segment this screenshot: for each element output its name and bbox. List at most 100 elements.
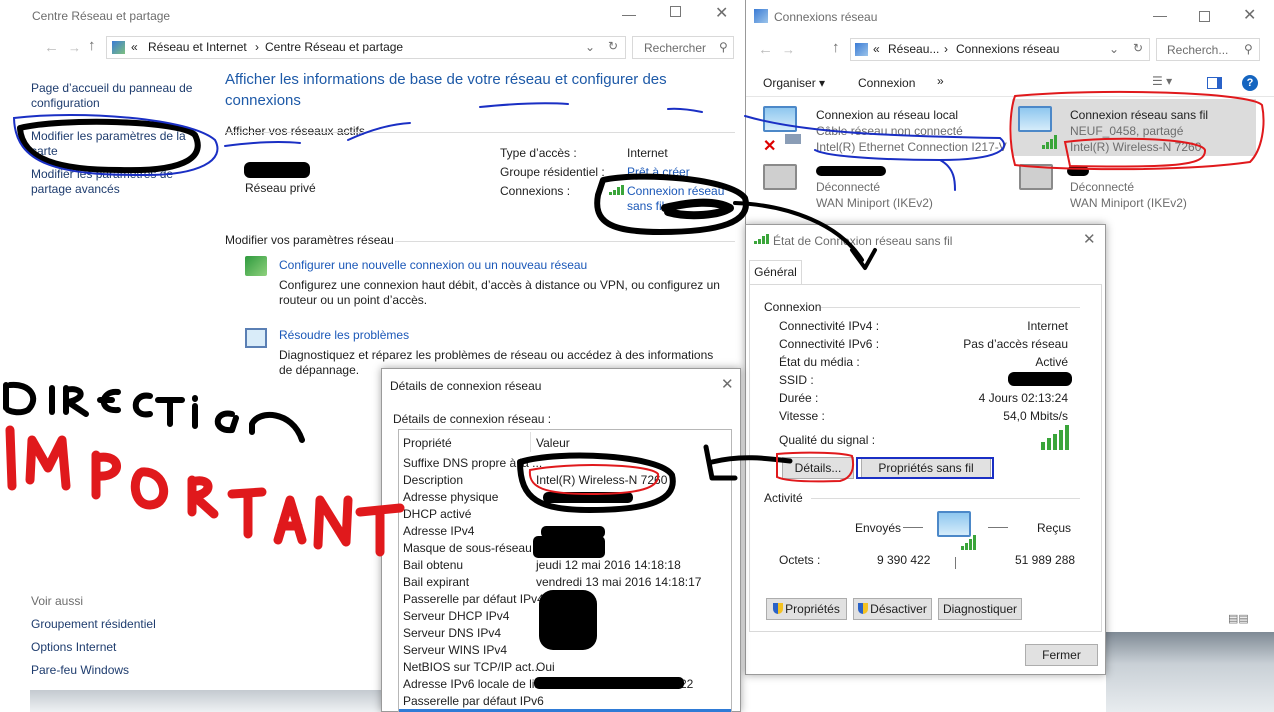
refresh-icon[interactable]: ↻ bbox=[608, 39, 618, 53]
view-icon[interactable]: ☰ ▾ bbox=[1152, 74, 1172, 88]
wifi-status-dialog: État de Connexion réseau sans fil ✕ Géné… bbox=[745, 224, 1106, 675]
ssid-redaction bbox=[1008, 372, 1072, 386]
connexion-group-label: Connexion bbox=[764, 300, 822, 314]
forward-icon[interactable]: → bbox=[782, 42, 795, 57]
column-header-value[interactable]: Valeur bbox=[536, 436, 570, 450]
table-row[interactable]: Description Intel(R) Wireless-N 7260 bbox=[403, 472, 729, 489]
toolbar-divider bbox=[746, 96, 1274, 97]
minimize-icon[interactable]: — bbox=[1153, 7, 1167, 23]
sidebar-link-adapter-settings[interactable]: Modifier les paramètres de la carte bbox=[31, 129, 191, 159]
details-view-icon[interactable]: ▤▤ bbox=[1228, 612, 1249, 625]
up-icon[interactable]: ↑ bbox=[88, 37, 96, 54]
diagnose-button[interactable]: Diagnostiquer bbox=[938, 598, 1022, 620]
search-box[interactable]: Recherch... ⚲ bbox=[1156, 38, 1260, 61]
close-button[interactable]: Fermer bbox=[1025, 644, 1098, 666]
computer-icon bbox=[1018, 106, 1052, 132]
close-icon[interactable]: ✕ bbox=[721, 375, 734, 393]
maximize-icon[interactable] bbox=[670, 6, 681, 17]
octets-label: Octets : bbox=[779, 553, 821, 567]
task-troubleshoot[interactable]: Résoudre les problèmes bbox=[279, 328, 409, 342]
adapter-wifi[interactable]: Connexion réseau sans fil NEUF_0458, par… bbox=[1012, 99, 1256, 156]
property-cell: Serveur WINS IPv4 bbox=[403, 643, 508, 657]
back-icon[interactable]: ← bbox=[758, 41, 773, 58]
chevron-down-icon[interactable]: ⌄ bbox=[1109, 42, 1119, 56]
tab-general[interactable]: Général bbox=[749, 260, 802, 285]
table-row[interactable]: Adresse physique bbox=[403, 489, 729, 506]
sidebar-link-advanced-sharing[interactable]: Modifier les paramètres de partage avanc… bbox=[31, 167, 181, 197]
close-icon[interactable]: ✕ bbox=[1083, 230, 1096, 248]
breadcrumb-item[interactable]: Centre Réseau et partage bbox=[265, 40, 403, 54]
breadcrumb-item[interactable]: Réseau et Internet bbox=[148, 40, 247, 54]
close-icon[interactable]: ✕ bbox=[715, 3, 728, 23]
adapter-name: Connexion réseau sans fil bbox=[1070, 108, 1209, 122]
disable-button[interactable]: Désactiver bbox=[853, 598, 932, 620]
breadcrumb-item[interactable]: Réseau... bbox=[888, 42, 939, 56]
up-icon[interactable]: ↑ bbox=[832, 39, 840, 56]
table-row[interactable]: Suffixe DNS propre à la ... bbox=[403, 455, 729, 472]
address-bar[interactable]: « Réseau... › Connexions réseau ⌄ ↻ bbox=[850, 38, 1150, 61]
table-row[interactable]: DHCP activé bbox=[403, 506, 729, 523]
preview-pane-icon[interactable] bbox=[1207, 77, 1222, 89]
adapter-wan-1[interactable]: Déconnecté WAN Miniport (IKEv2) bbox=[761, 162, 1001, 212]
computer-icon bbox=[1019, 164, 1053, 190]
adapter-device: WAN Miniport (IKEv2) bbox=[1070, 196, 1187, 210]
ipv4-label: Connectivité IPv4 : bbox=[779, 319, 880, 333]
property-cell: Suffixe DNS propre à la ... bbox=[403, 456, 543, 470]
help-icon[interactable]: ? bbox=[1242, 75, 1258, 91]
task-new-connection[interactable]: Configurer une nouvelle connexion ou un … bbox=[279, 258, 587, 272]
minimize-icon[interactable]: — bbox=[622, 6, 636, 22]
back-icon[interactable]: ← bbox=[44, 39, 59, 56]
adapter-device: WAN Miniport (IKEv2) bbox=[816, 196, 933, 210]
disable-label: Désactiver bbox=[870, 602, 927, 616]
sidebar-link-home[interactable]: Page d’accueil du panneau de configurati… bbox=[31, 81, 201, 111]
close-icon[interactable]: ✕ bbox=[1243, 5, 1256, 25]
properties-button[interactable]: Propriétés bbox=[766, 598, 847, 620]
table-row[interactable]: Passerelle par défaut IPv6 bbox=[403, 693, 729, 710]
refresh-icon[interactable]: ↻ bbox=[1133, 41, 1143, 55]
table-row[interactable]: Bail obtenu jeudi 12 mai 2016 14:18:18 bbox=[403, 557, 729, 574]
adapter-status: NEUF_0458, partagé bbox=[1070, 124, 1184, 138]
wireless-properties-button[interactable]: Propriétés sans fil bbox=[861, 457, 991, 479]
table-row[interactable]: NetBIOS sur TCP/IP act... Oui bbox=[403, 659, 729, 676]
wifi-connection-link[interactable]: Connexion réseau sans fil bbox=[627, 184, 727, 214]
access-type-label: Type d’accès : bbox=[500, 146, 577, 160]
ipv6-value: Pas d’accès réseau bbox=[963, 337, 1068, 351]
network-type[interactable]: Réseau privé bbox=[245, 181, 316, 195]
breadcrumb-item[interactable]: Connexions réseau bbox=[956, 42, 1059, 56]
search-input[interactable]: Rechercher bbox=[644, 41, 706, 55]
details-button[interactable]: Détails... bbox=[782, 457, 854, 479]
details-table[interactable]: Propriété Valeur Suffixe DNS propre à la… bbox=[398, 429, 732, 712]
connect-menu[interactable]: Connexion bbox=[858, 76, 915, 90]
homegroup-link[interactable]: Prêt à créer bbox=[627, 165, 690, 179]
chevron-down-icon[interactable]: ⌄ bbox=[585, 40, 595, 54]
see-also-firewall[interactable]: Pare-feu Windows bbox=[31, 663, 129, 677]
table-row[interactable]: Masque de sous-réseau ... bbox=[403, 536, 729, 558]
speed-label: Vitesse : bbox=[779, 409, 825, 423]
table-row[interactable]: Bail expirant vendredi 13 mai 2016 14:18:… bbox=[403, 574, 729, 591]
adapter-wan-2[interactable]: Déconnecté WAN Miniport (IKEv2) bbox=[1017, 162, 1257, 212]
address-bar[interactable]: « Réseau et Internet › Centre Réseau et … bbox=[106, 36, 626, 59]
access-type-value: Internet bbox=[627, 146, 668, 160]
value-redaction bbox=[533, 536, 605, 558]
computer-icon bbox=[763, 164, 797, 190]
breadcrumb-sep: « bbox=[873, 42, 880, 56]
property-cell: NetBIOS sur TCP/IP act... bbox=[403, 660, 542, 674]
search-input[interactable]: Recherch... bbox=[1167, 43, 1228, 57]
forward-icon[interactable]: → bbox=[68, 40, 81, 55]
wifi-signal-icon bbox=[754, 234, 769, 244]
duration-value: 4 Jours 02:13:24 bbox=[978, 391, 1068, 405]
octets-received: 51 989 288 bbox=[1015, 553, 1076, 567]
search-box[interactable]: Rechercher ⚲ bbox=[632, 36, 734, 59]
see-also-internet-options[interactable]: Options Internet bbox=[31, 640, 116, 654]
column-header-property[interactable]: Propriété bbox=[403, 436, 452, 450]
properties-label: Propriétés bbox=[785, 602, 840, 616]
speed-value: 54,0 Mbits/s bbox=[1003, 409, 1068, 423]
maximize-icon[interactable] bbox=[1199, 11, 1210, 22]
shield-icon bbox=[773, 603, 784, 614]
more-menu[interactable]: » bbox=[937, 74, 944, 88]
adapter-ethernet[interactable]: ✕ Connexion au réseau local Câble réseau… bbox=[761, 104, 1011, 156]
organize-menu[interactable]: Organiser ▾ bbox=[763, 76, 825, 90]
see-also-homegroup[interactable]: Groupement résidentiel bbox=[31, 617, 156, 631]
octets-sent: 9 390 422 bbox=[877, 553, 931, 567]
sent-line bbox=[903, 527, 923, 528]
